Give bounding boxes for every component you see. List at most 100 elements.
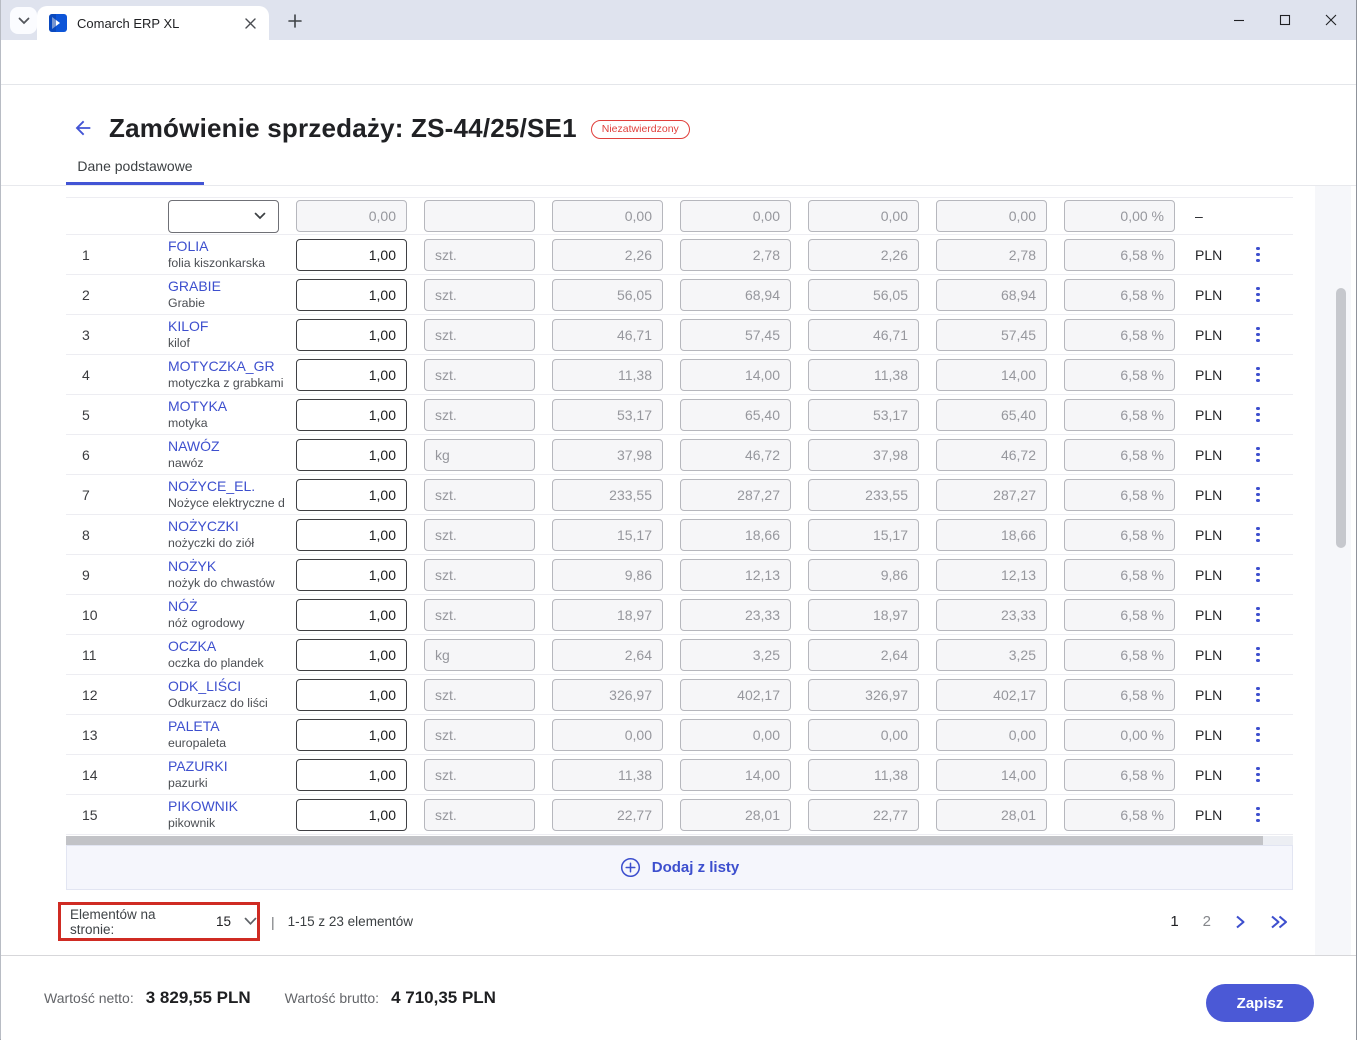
- product-code-link[interactable]: PALETA: [168, 718, 290, 736]
- product-code-link[interactable]: NOŻYCE_EL.: [168, 478, 290, 496]
- quantity-input[interactable]: 1,00: [296, 439, 407, 471]
- table-row: 2 GRABIE Grabie 1,00 szt. 56,05 68,94 56…: [66, 275, 1293, 315]
- row-menu-kebab-icon[interactable]: [1249, 643, 1267, 667]
- value-gross-field: 46,72: [936, 439, 1047, 471]
- product-code-link[interactable]: KILOF: [168, 318, 290, 336]
- value-gross-field: 402,17: [936, 679, 1047, 711]
- vat-field: 0,00 %: [1064, 719, 1175, 751]
- quantity-input[interactable]: 1,00: [296, 279, 407, 311]
- row-menu-kebab-icon[interactable]: [1249, 763, 1267, 787]
- price-gross-field: 12,13: [680, 559, 791, 591]
- price-net-field: 11,38: [552, 759, 663, 791]
- product-code-link[interactable]: NOŻYCZKI: [168, 518, 290, 536]
- product-cell: KILOF kilof: [168, 318, 296, 351]
- row-menu-kebab-icon[interactable]: [1249, 403, 1267, 427]
- table-row: 6 NAWÓZ nawóz 1,00 kg 37,98 46,72 37,98 …: [66, 435, 1293, 475]
- currency-label: PLN: [1193, 807, 1237, 823]
- row-menu-kebab-icon[interactable]: [1249, 323, 1267, 347]
- vat-field: 6,58 %: [1064, 319, 1175, 351]
- product-cell: NAWÓZ nawóz: [168, 438, 296, 471]
- value-gross-field: 14,00: [936, 359, 1047, 391]
- tab-close-icon[interactable]: [241, 14, 259, 32]
- price-net-field: 233,55: [552, 479, 663, 511]
- per-page-select[interactable]: 15: [216, 914, 231, 929]
- add-from-list-button[interactable]: Dodaj z listy: [620, 857, 740, 878]
- tab-search-button[interactable]: [10, 7, 37, 34]
- product-cell: PAZURKI pazurki: [168, 758, 296, 791]
- product-code-link[interactable]: NOŻYK: [168, 558, 290, 576]
- row-menu-kebab-icon[interactable]: [1249, 243, 1267, 267]
- product-description: folia kiszonkarska: [168, 256, 290, 271]
- quantity-input[interactable]: 1,00: [296, 679, 407, 711]
- status-badge: Niezatwierdzony: [591, 120, 690, 139]
- row-menu-kebab-icon[interactable]: [1249, 803, 1267, 827]
- row-number: 6: [66, 447, 168, 463]
- close-window-button[interactable]: [1308, 0, 1354, 40]
- new-tab-button[interactable]: [283, 9, 307, 33]
- product-code-link[interactable]: ODK_LIŚCI: [168, 678, 290, 696]
- page-button-1[interactable]: 1: [1170, 913, 1178, 930]
- table-row: 4 MOTYCZKA_GR motyczka z grabkami 1,00 s…: [66, 355, 1293, 395]
- currency-label: PLN: [1193, 527, 1237, 543]
- quantity-input[interactable]: 1,00: [296, 799, 407, 831]
- quantity-input[interactable]: 1,00: [296, 559, 407, 591]
- next-page-icon[interactable]: [1235, 915, 1246, 929]
- price-net-field: 2,26: [552, 239, 663, 271]
- product-description: nożyk do chwastów: [168, 576, 290, 591]
- browser-tab[interactable]: Comarch ERP XL: [37, 6, 269, 40]
- price-net-field: 18,97: [552, 599, 663, 631]
- vertical-scrollbar-thumb[interactable]: [1336, 288, 1346, 548]
- horizontal-scrollbar[interactable]: [66, 836, 1293, 845]
- table-body: 1 FOLIA folia kiszonkarska 1,00 szt. 2,2…: [66, 235, 1293, 835]
- filter-select[interactable]: [168, 200, 279, 233]
- horizontal-scrollbar-thumb[interactable]: [66, 836, 1263, 845]
- quantity-input[interactable]: 1,00: [296, 639, 407, 671]
- product-code-link[interactable]: NÓŻ: [168, 598, 290, 616]
- maximize-button[interactable]: [1262, 0, 1308, 40]
- per-page-chevron-icon[interactable]: [244, 917, 257, 926]
- quantity-input[interactable]: 1,00: [296, 239, 407, 271]
- tab-dane-podstawowe[interactable]: Dane podstawowe: [66, 149, 204, 182]
- row-menu-kebab-icon[interactable]: [1249, 683, 1267, 707]
- product-code-link[interactable]: OCZKA: [168, 638, 290, 656]
- value-net-field: 326,97: [808, 679, 919, 711]
- product-description: Odkurzacz do liści: [168, 696, 290, 711]
- page-back-button[interactable]: [71, 116, 95, 140]
- row-menu-kebab-icon[interactable]: [1249, 723, 1267, 747]
- quantity-input[interactable]: 1,00: [296, 719, 407, 751]
- quantity-input[interactable]: 1,00: [296, 599, 407, 631]
- value-net-field: 53,17: [808, 399, 919, 431]
- row-menu-kebab-icon[interactable]: [1249, 563, 1267, 587]
- quantity-input[interactable]: 1,00: [296, 479, 407, 511]
- quantity-input[interactable]: 1,00: [296, 399, 407, 431]
- product-description: europaleta: [168, 736, 290, 751]
- row-menu-kebab-icon[interactable]: [1249, 483, 1267, 507]
- product-code-link[interactable]: FOLIA: [168, 238, 290, 256]
- product-code-link[interactable]: NAWÓZ: [168, 438, 290, 456]
- quantity-input[interactable]: 1,00: [296, 759, 407, 791]
- product-code-link[interactable]: MOTYCZKA_GR: [168, 358, 290, 376]
- page-button-2[interactable]: 2: [1203, 913, 1211, 930]
- quantity-input[interactable]: 1,00: [296, 359, 407, 391]
- product-code-link[interactable]: MOTYKA: [168, 398, 290, 416]
- vertical-scrollbar[interactable]: [1315, 186, 1351, 955]
- product-code-link[interactable]: PAZURKI: [168, 758, 290, 776]
- browser-toolbar: localhost:8000/orders/orders-form: [1, 40, 1356, 85]
- row-menu-kebab-icon[interactable]: [1249, 443, 1267, 467]
- value-net-field: 11,38: [808, 359, 919, 391]
- product-code-link[interactable]: PIKOWNIK: [168, 798, 290, 816]
- quantity-input[interactable]: 1,00: [296, 519, 407, 551]
- row-menu-kebab-icon[interactable]: [1249, 603, 1267, 627]
- row-menu-kebab-icon[interactable]: [1249, 363, 1267, 387]
- quantity-input[interactable]: 1,00: [296, 319, 407, 351]
- product-cell: NOŻYK nożyk do chwastów: [168, 558, 296, 591]
- value-net-field: 9,86: [808, 559, 919, 591]
- save-button[interactable]: Zapisz: [1206, 984, 1314, 1022]
- product-code-link[interactable]: GRABIE: [168, 278, 290, 296]
- product-description: Nożyce elektryczne d: [168, 496, 290, 511]
- row-menu-kebab-icon[interactable]: [1249, 523, 1267, 547]
- value-net-field: 11,38: [808, 759, 919, 791]
- last-page-icon[interactable]: [1270, 915, 1289, 929]
- row-menu-kebab-icon[interactable]: [1249, 283, 1267, 307]
- minimize-button[interactable]: [1216, 0, 1262, 40]
